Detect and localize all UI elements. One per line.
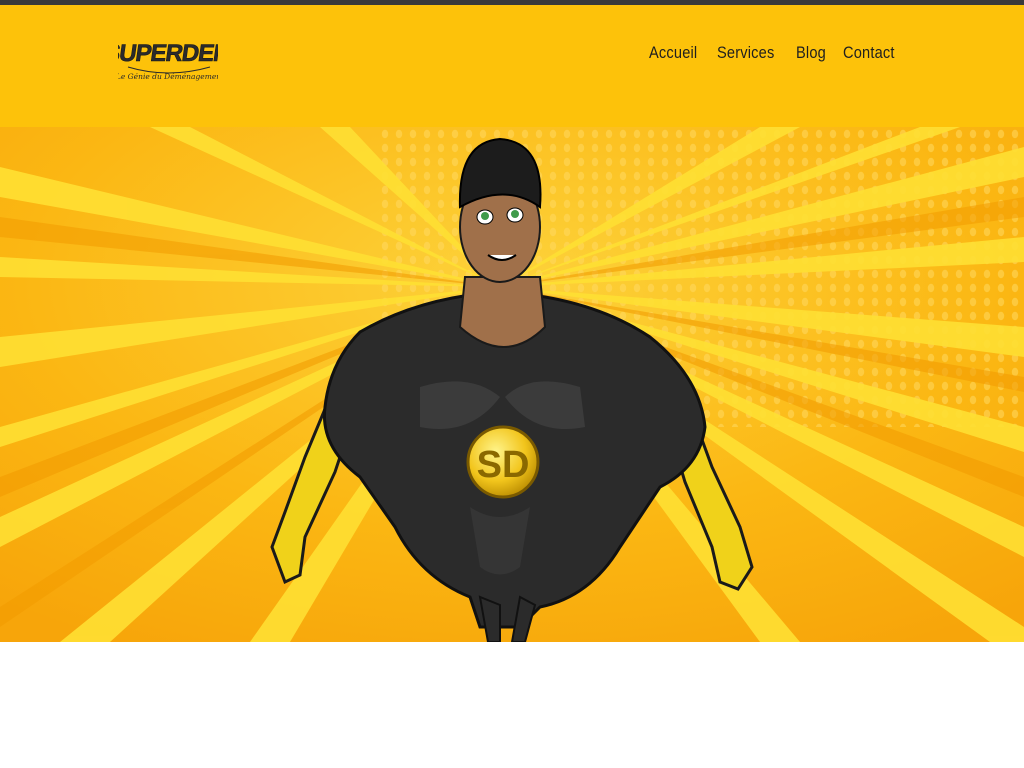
content-area (0, 642, 1024, 768)
superdem-logo-icon: SUPERDEM Le Génie du Déménagement (102, 40, 234, 81)
nav-blog[interactable]: Blog (796, 43, 826, 63)
brand-tagline: Le Génie du Déménagement (118, 72, 218, 81)
site-header: SUPERDEM Le Génie du Déménagement Accuei… (0, 5, 1024, 127)
superhero-mascot-illustration: SD (0, 127, 1024, 642)
brand-name: SUPERDEM (118, 40, 218, 67)
brand-logo[interactable]: SUPERDEM Le Génie du Déménagement (102, 27, 234, 91)
main-nav: Accueil Services Blog Contact (649, 43, 903, 63)
nav-services[interactable]: Services (717, 43, 774, 63)
emblem-text: SD (477, 444, 530, 486)
hero-banner: SD (0, 127, 1024, 642)
nav-accueil[interactable]: Accueil (649, 43, 697, 63)
nav-contact[interactable]: Contact (843, 43, 895, 63)
